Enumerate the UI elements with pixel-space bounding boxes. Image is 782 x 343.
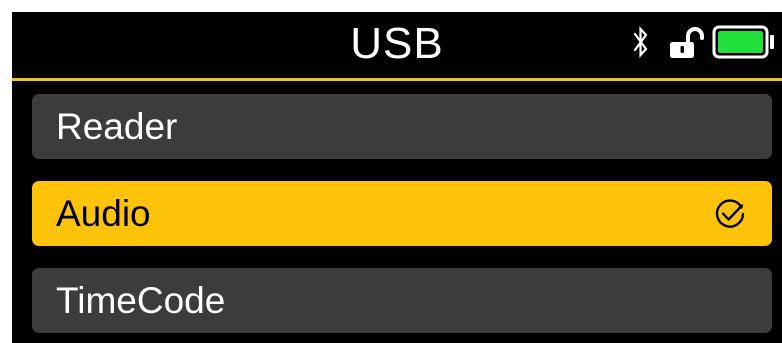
menu-item-timecode[interactable]: TimeCode bbox=[32, 268, 772, 333]
status-icons bbox=[633, 25, 776, 64]
unlocked-padlock-icon bbox=[668, 25, 708, 64]
menu-item-label: Reader bbox=[56, 106, 178, 147]
menu-item-label: Audio bbox=[56, 193, 151, 234]
menu-item-reader[interactable]: Reader bbox=[32, 94, 772, 159]
menu-item-audio[interactable]: Audio bbox=[32, 181, 772, 246]
check-circle-icon bbox=[714, 198, 746, 230]
bluetooth-icon bbox=[633, 25, 648, 64]
battery-full-icon bbox=[712, 25, 776, 64]
menu-item-label: TimeCode bbox=[56, 280, 226, 321]
device-screen: USB Reader Audio TimeCode bbox=[12, 12, 782, 343]
usb-mode-menu: Reader Audio TimeCode bbox=[32, 94, 772, 333]
header-bar: USB bbox=[12, 12, 782, 78]
header-divider bbox=[12, 78, 782, 81]
